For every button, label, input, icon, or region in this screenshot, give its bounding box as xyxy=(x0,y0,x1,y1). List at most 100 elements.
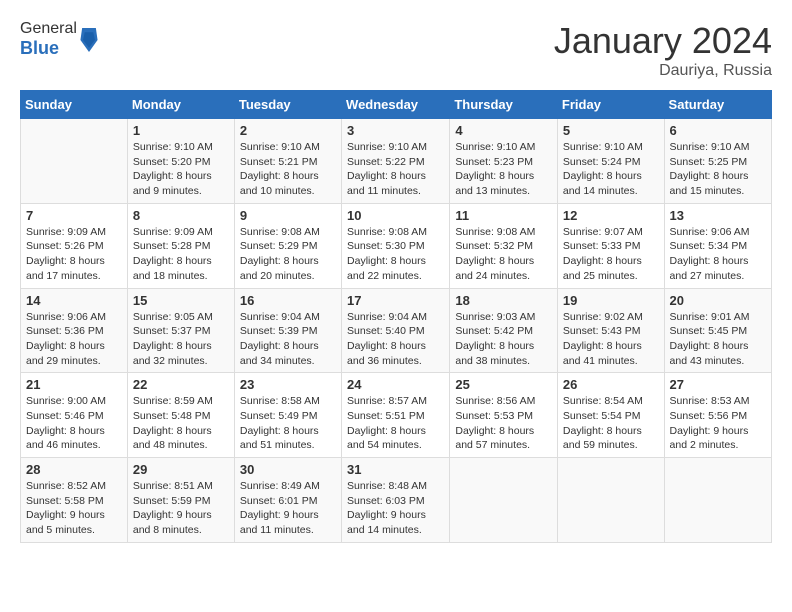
calendar-cell xyxy=(21,119,128,204)
calendar-cell: 9Sunrise: 9:08 AM Sunset: 5:29 PM Daylig… xyxy=(234,203,341,288)
day-number: 31 xyxy=(347,462,444,477)
weekday-header-saturday: Saturday xyxy=(664,91,771,119)
day-info: Sunrise: 9:03 AM Sunset: 5:42 PM Dayligh… xyxy=(455,310,552,369)
day-info: Sunrise: 8:57 AM Sunset: 5:51 PM Dayligh… xyxy=(347,394,444,453)
day-number: 8 xyxy=(133,208,229,223)
day-info: Sunrise: 9:04 AM Sunset: 5:39 PM Dayligh… xyxy=(240,310,336,369)
weekday-header-tuesday: Tuesday xyxy=(234,91,341,119)
day-info: Sunrise: 9:01 AM Sunset: 5:45 PM Dayligh… xyxy=(670,310,766,369)
calendar-cell: 27 Sunrise: 8:53 AM Sunset: 5:56 PM Dayli… xyxy=(664,373,771,458)
day-number: 4 xyxy=(455,123,552,138)
day-number: 24 xyxy=(347,377,444,392)
page-header: General Blue January 2024 Dauriya, Russi… xyxy=(20,20,772,80)
calendar-cell xyxy=(450,458,558,543)
day-number: 14 xyxy=(26,293,122,308)
day-info: Sunrise: 9:06 AM Sunset: 5:36 PM Dayligh… xyxy=(26,310,122,369)
day-number: 10 xyxy=(347,208,444,223)
calendar-cell: 18 Sunrise: 9:03 AM Sunset: 5:42 PM Dayli… xyxy=(450,288,558,373)
weekday-header-row: SundayMondayTuesdayWednesdayThursdayFrid… xyxy=(21,91,772,119)
calendar-week-row: 7Sunrise: 9:09 AM Sunset: 5:26 PM Daylig… xyxy=(21,203,772,288)
day-info: Sunrise: 9:07 AM Sunset: 5:33 PM Dayligh… xyxy=(563,225,659,284)
calendar-cell: 31 Sunrise: 8:48 AM Sunset: 6:03 PM Dayli… xyxy=(342,458,450,543)
day-info: Sunrise: 9:05 AM Sunset: 5:37 PM Dayligh… xyxy=(133,310,229,369)
calendar-cell: 5 Sunrise: 9:10 AM Sunset: 5:24 PM Daylig… xyxy=(557,119,664,204)
calendar-cell: 11 Sunrise: 9:08 AM Sunset: 5:32 PM Dayli… xyxy=(450,203,558,288)
day-info: Sunrise: 9:10 AM Sunset: 5:20 PM Dayligh… xyxy=(133,140,229,199)
day-number: 5 xyxy=(563,123,659,138)
day-info: Sunrise: 9:08 AM Sunset: 5:29 PM Dayligh… xyxy=(240,225,336,284)
calendar-cell: 23 Sunrise: 8:58 AM Sunset: 5:49 PM Dayli… xyxy=(234,373,341,458)
day-number: 20 xyxy=(670,293,766,308)
calendar-cell: 24 Sunrise: 8:57 AM Sunset: 5:51 PM Dayli… xyxy=(342,373,450,458)
calendar-cell: 15 Sunrise: 9:05 AM Sunset: 5:37 PM Dayli… xyxy=(127,288,234,373)
day-number: 3 xyxy=(347,123,444,138)
calendar-cell: 20 Sunrise: 9:01 AM Sunset: 5:45 PM Dayli… xyxy=(664,288,771,373)
day-number: 17 xyxy=(347,293,444,308)
day-info: Sunrise: 8:53 AM Sunset: 5:56 PM Dayligh… xyxy=(670,394,766,453)
day-number: 22 xyxy=(133,377,229,392)
logo-blue-text: Blue xyxy=(20,38,59,58)
calendar-cell: 3 Sunrise: 9:10 AM Sunset: 5:22 PM Daylig… xyxy=(342,119,450,204)
calendar-cell: 6 Sunrise: 9:10 AM Sunset: 5:25 PM Daylig… xyxy=(664,119,771,204)
calendar-cell: 21Sunrise: 9:00 AM Sunset: 5:46 PM Dayli… xyxy=(21,373,128,458)
day-number: 11 xyxy=(455,208,552,223)
day-number: 19 xyxy=(563,293,659,308)
day-info: Sunrise: 8:54 AM Sunset: 5:54 PM Dayligh… xyxy=(563,394,659,453)
calendar-week-row: 14 Sunrise: 9:06 AM Sunset: 5:36 PM Dayli… xyxy=(21,288,772,373)
day-number: 6 xyxy=(670,123,766,138)
calendar-week-row: 21Sunrise: 9:00 AM Sunset: 5:46 PM Dayli… xyxy=(21,373,772,458)
weekday-header-monday: Monday xyxy=(127,91,234,119)
calendar-cell: 1 Sunrise: 9:10 AM Sunset: 5:20 PM Daylig… xyxy=(127,119,234,204)
calendar-cell: 8 Sunrise: 9:09 AM Sunset: 5:28 PM Daylig… xyxy=(127,203,234,288)
day-number: 25 xyxy=(455,377,552,392)
day-info: Sunrise: 9:09 AM Sunset: 5:28 PM Dayligh… xyxy=(133,225,229,284)
title-area: January 2024 Dauriya, Russia xyxy=(554,20,772,80)
calendar-cell: 26 Sunrise: 8:54 AM Sunset: 5:54 PM Dayli… xyxy=(557,373,664,458)
day-info: Sunrise: 9:08 AM Sunset: 5:30 PM Dayligh… xyxy=(347,225,444,284)
day-info: Sunrise: 9:10 AM Sunset: 5:22 PM Dayligh… xyxy=(347,140,444,199)
day-info: Sunrise: 9:02 AM Sunset: 5:43 PM Dayligh… xyxy=(563,310,659,369)
calendar-week-row: 28 Sunrise: 8:52 AM Sunset: 5:58 PM Dayli… xyxy=(21,458,772,543)
calendar-table: SundayMondayTuesdayWednesdayThursdayFrid… xyxy=(20,90,772,543)
day-info: Sunrise: 9:10 AM Sunset: 5:24 PM Dayligh… xyxy=(563,140,659,199)
weekday-header-sunday: Sunday xyxy=(21,91,128,119)
day-info: Sunrise: 8:51 AM Sunset: 5:59 PM Dayligh… xyxy=(133,479,229,538)
calendar-cell: 12 Sunrise: 9:07 AM Sunset: 5:33 PM Dayli… xyxy=(557,203,664,288)
day-number: 27 xyxy=(670,377,766,392)
weekday-header-friday: Friday xyxy=(557,91,664,119)
day-info: Sunrise: 9:10 AM Sunset: 5:25 PM Dayligh… xyxy=(670,140,766,199)
calendar-cell: 30Sunrise: 8:49 AM Sunset: 6:01 PM Dayli… xyxy=(234,458,341,543)
day-number: 23 xyxy=(240,377,336,392)
day-number: 12 xyxy=(563,208,659,223)
calendar-cell: 25Sunrise: 8:56 AM Sunset: 5:53 PM Dayli… xyxy=(450,373,558,458)
logo: General Blue xyxy=(20,20,99,59)
day-number: 18 xyxy=(455,293,552,308)
day-number: 26 xyxy=(563,377,659,392)
day-info: Sunrise: 8:49 AM Sunset: 6:01 PM Dayligh… xyxy=(240,479,336,538)
day-info: Sunrise: 8:58 AM Sunset: 5:49 PM Dayligh… xyxy=(240,394,336,453)
day-number: 13 xyxy=(670,208,766,223)
calendar-cell: 10 Sunrise: 9:08 AM Sunset: 5:30 PM Dayli… xyxy=(342,203,450,288)
calendar-cell: 19 Sunrise: 9:02 AM Sunset: 5:43 PM Dayli… xyxy=(557,288,664,373)
calendar-cell: 4Sunrise: 9:10 AM Sunset: 5:23 PM Daylig… xyxy=(450,119,558,204)
calendar-cell: 13Sunrise: 9:06 AM Sunset: 5:34 PM Dayli… xyxy=(664,203,771,288)
day-info: Sunrise: 9:10 AM Sunset: 5:21 PM Dayligh… xyxy=(240,140,336,199)
calendar-week-row: 1 Sunrise: 9:10 AM Sunset: 5:20 PM Daylig… xyxy=(21,119,772,204)
calendar-cell: 16 Sunrise: 9:04 AM Sunset: 5:39 PM Dayli… xyxy=(234,288,341,373)
day-info: Sunrise: 8:52 AM Sunset: 5:58 PM Dayligh… xyxy=(26,479,122,538)
day-number: 28 xyxy=(26,462,122,477)
logo-general-text: General xyxy=(20,20,77,37)
day-info: Sunrise: 8:48 AM Sunset: 6:03 PM Dayligh… xyxy=(347,479,444,538)
location-subtitle: Dauriya, Russia xyxy=(554,62,772,80)
calendar-cell: 28 Sunrise: 8:52 AM Sunset: 5:58 PM Dayli… xyxy=(21,458,128,543)
day-number: 16 xyxy=(240,293,336,308)
day-number: 15 xyxy=(133,293,229,308)
day-number: 29 xyxy=(133,462,229,477)
month-year-title: January 2024 xyxy=(554,20,772,62)
day-number: 1 xyxy=(133,123,229,138)
day-info: Sunrise: 9:00 AM Sunset: 5:46 PM Dayligh… xyxy=(26,394,122,453)
day-info: Sunrise: 9:08 AM Sunset: 5:32 PM Dayligh… xyxy=(455,225,552,284)
calendar-cell: 17Sunrise: 9:04 AM Sunset: 5:40 PM Dayli… xyxy=(342,288,450,373)
calendar-cell: 7Sunrise: 9:09 AM Sunset: 5:26 PM Daylig… xyxy=(21,203,128,288)
calendar-cell xyxy=(557,458,664,543)
